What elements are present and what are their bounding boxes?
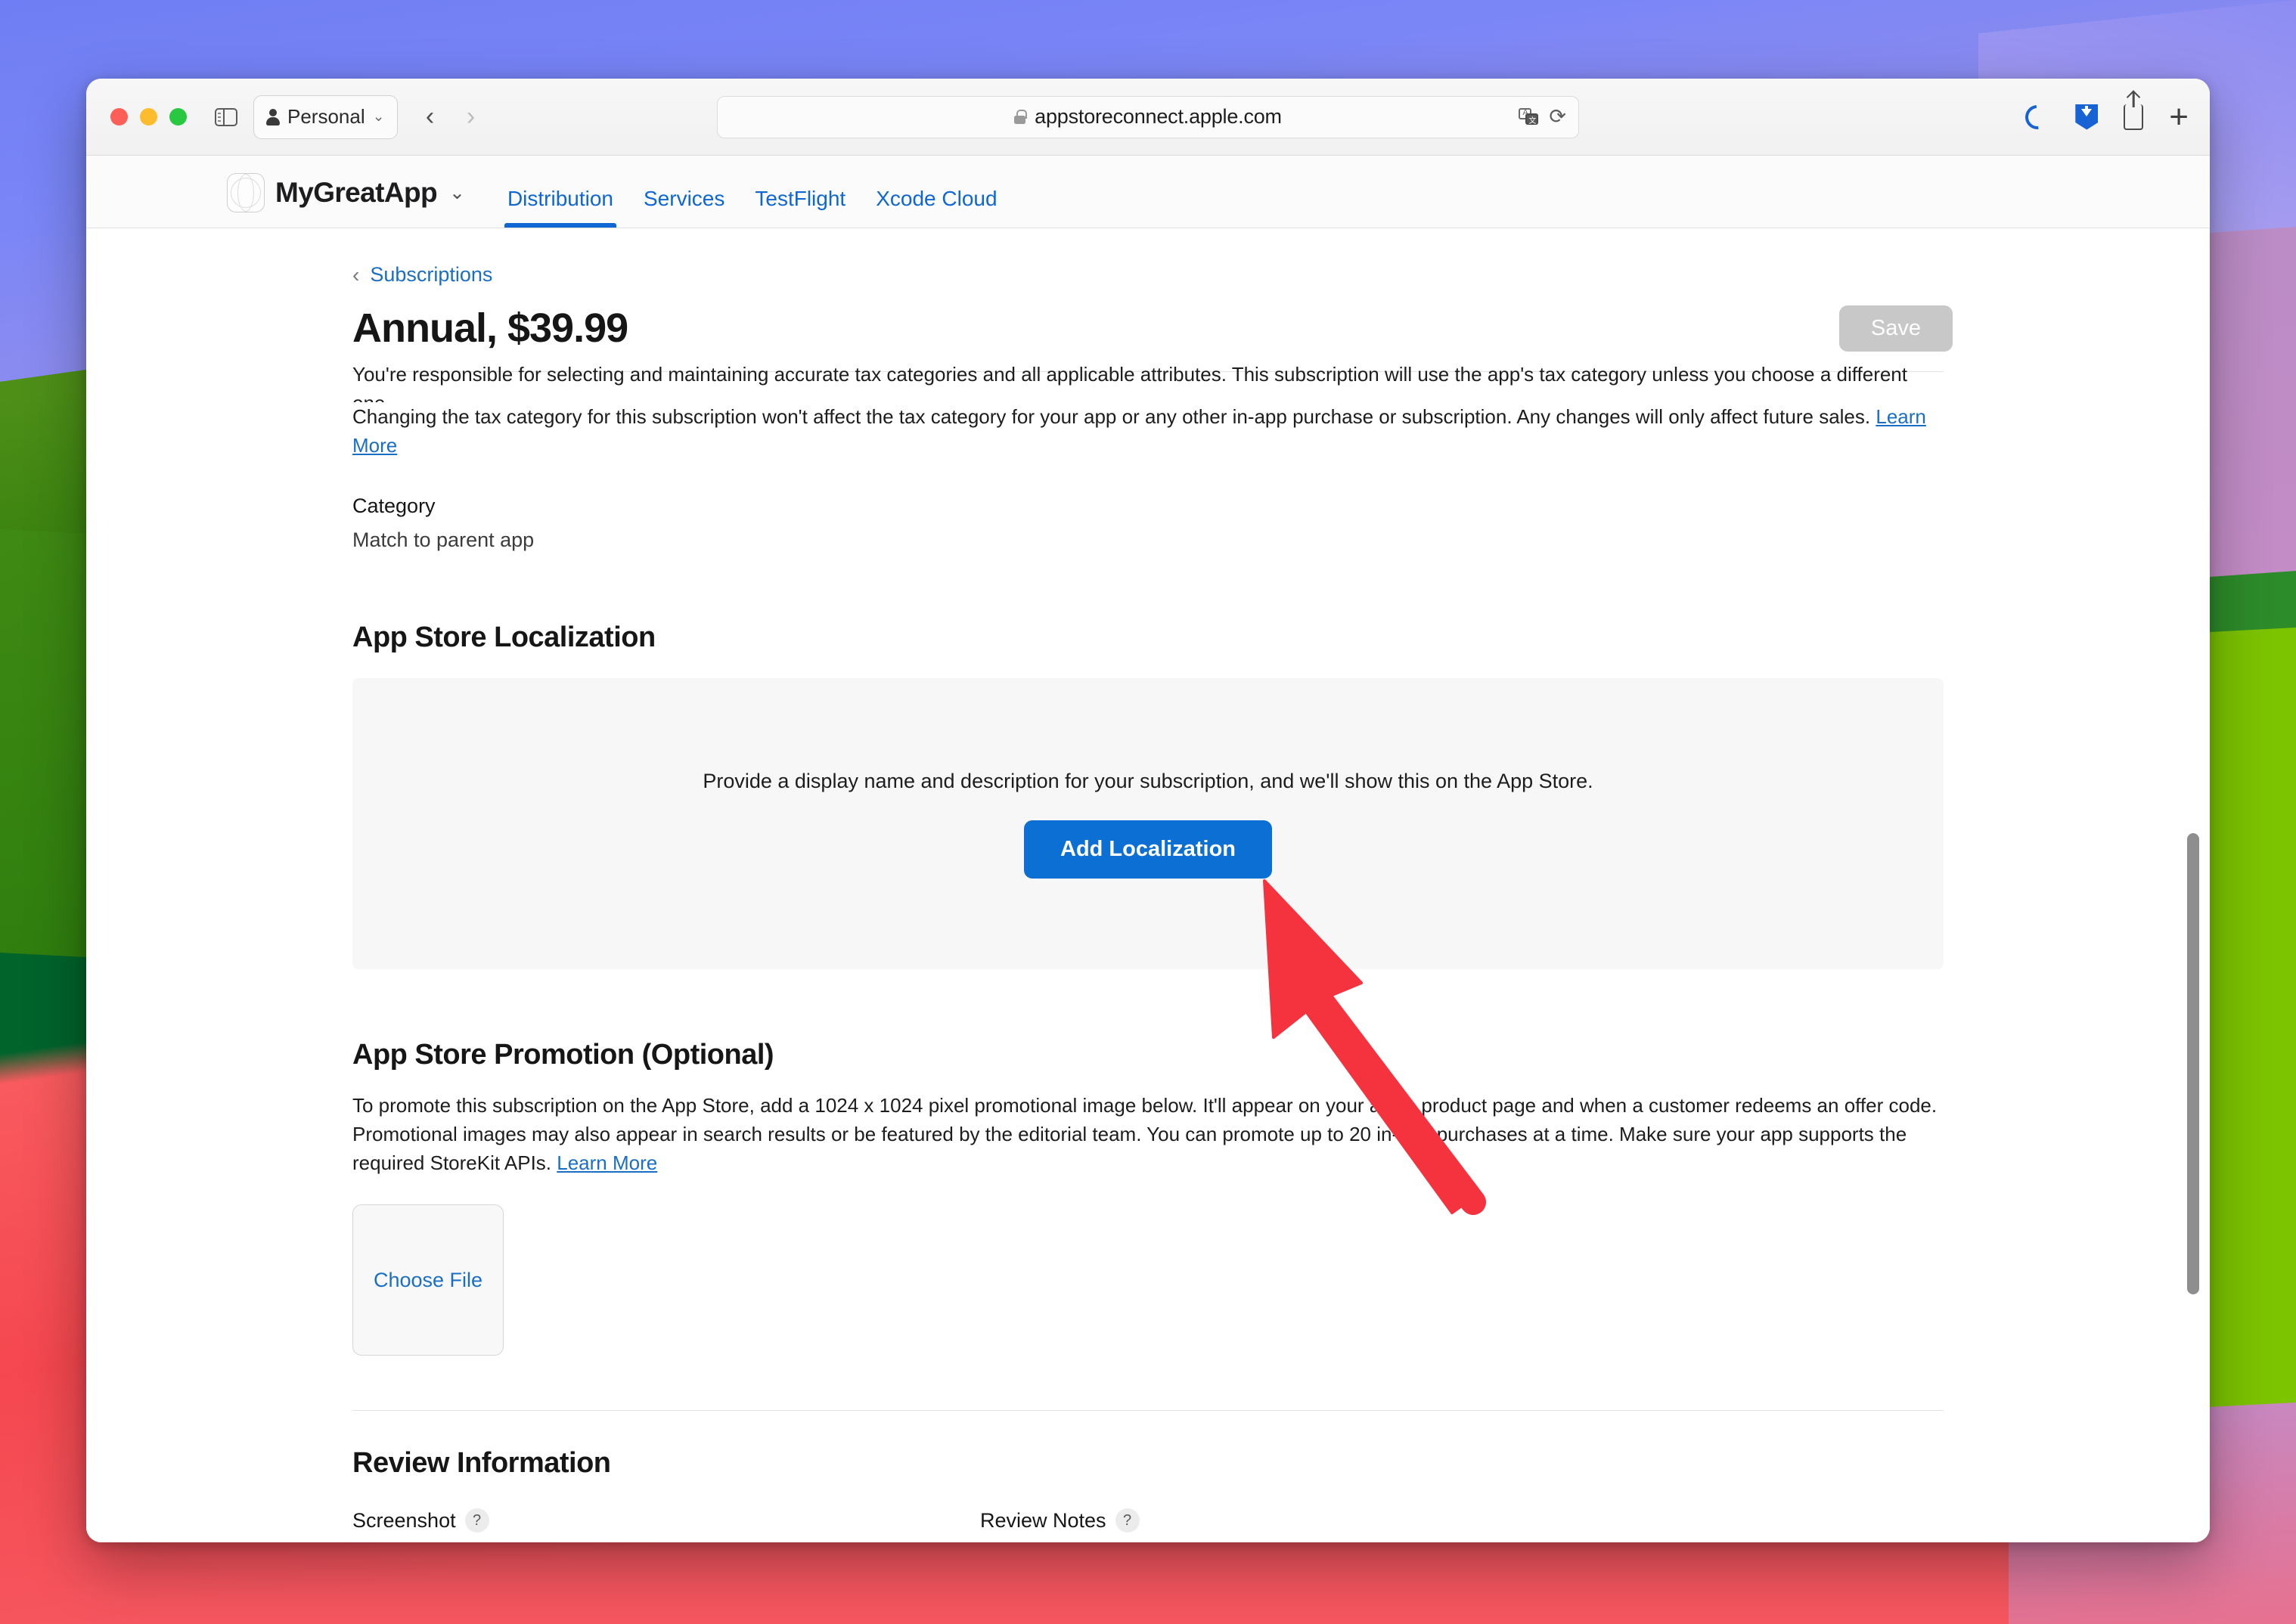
save-button[interactable]: Save (1838, 305, 1953, 352)
share-icon[interactable] (2124, 104, 2144, 130)
address-bar-actions: ⟳ (1519, 105, 1566, 129)
localization-empty-state: Provide a display name and description f… (352, 678, 1944, 969)
localization-empty-text: Provide a display name and description f… (703, 769, 1593, 792)
profile-label: Personal (287, 105, 365, 128)
new-tab-button[interactable]: + (2169, 100, 2189, 134)
download-icon[interactable] (2075, 104, 2099, 130)
category-label: Category (352, 494, 436, 517)
page-title: Annual, $39.99 (352, 305, 628, 351)
promotion-learn-more-link[interactable]: Learn More (557, 1151, 657, 1174)
add-localization-button[interactable]: Add Localization (1024, 820, 1272, 879)
app-identity[interactable]: MyGreatApp ⌄ (227, 173, 465, 228)
minimize-window-button[interactable] (140, 108, 157, 126)
app-name-label: MyGreatApp (275, 177, 438, 208)
close-window-button[interactable] (110, 108, 128, 126)
review-notes-label: Review Notes (980, 1508, 1106, 1532)
tax-paragraph-line2-row: Changing the tax category for this subsc… (352, 402, 1944, 460)
screenshot-label: Screenshot (352, 1508, 456, 1532)
page-sections: You're responsible for selecting and mai… (352, 360, 1944, 1542)
page-title-row: Annual, $39.99 Save (352, 305, 1953, 352)
maximize-window-button[interactable] (169, 108, 187, 126)
review-divider (352, 1410, 1944, 1411)
vertical-scrollbar[interactable] (2187, 833, 2199, 1294)
review-heading: Review Information (352, 1447, 611, 1479)
chevron-down-icon: ⌄ (448, 182, 465, 203)
breadcrumb[interactable]: ‹ Subscriptions (352, 263, 2210, 287)
sidebar-icon (215, 107, 237, 126)
screenshot-field: Screenshot ? (352, 1508, 935, 1542)
back-button[interactable]: ‹ (410, 97, 451, 138)
tab-testflight[interactable]: TestFlight (740, 187, 861, 228)
review-notes-label-row: Review Notes ? (980, 1508, 1944, 1533)
category-value: Match to parent app (352, 528, 535, 551)
choose-file-button[interactable]: Choose File (352, 1204, 504, 1356)
forward-button[interactable]: › (451, 97, 492, 138)
breadcrumb-link-subscriptions[interactable]: Subscriptions (370, 263, 492, 287)
tab-services[interactable]: Services (628, 187, 740, 228)
chevron-left-icon: ‹ (352, 262, 360, 287)
app-tabs: Distribution Services TestFlight Xcode C… (492, 187, 1013, 228)
tax-paragraph-line1: You're responsible for selecting and mai… (352, 363, 1907, 402)
screenshot-label-row: Screenshot ? (352, 1508, 935, 1533)
help-icon[interactable]: ? (464, 1508, 489, 1533)
person-icon (266, 108, 280, 126)
tax-paragraph-clipped: You're responsible for selecting and mai… (352, 360, 1944, 402)
help-icon[interactable]: ? (1115, 1508, 1140, 1533)
app-icon (227, 173, 265, 212)
review-notes-field: Review Notes ? (980, 1508, 1944, 1542)
page-content: ‹ Subscriptions Annual, $39.99 Save You'… (86, 228, 2210, 1542)
promotion-paragraph-row: To promote this subscription on the App … (352, 1091, 1944, 1177)
promotion-heading: App Store Promotion (Optional) (352, 1039, 774, 1071)
tab-xcode-cloud[interactable]: Xcode Cloud (861, 187, 1012, 228)
localization-heading: App Store Localization (352, 621, 656, 653)
toolbar-right-actions: + (2020, 99, 2189, 135)
tab-distribution[interactable]: Distribution (492, 187, 628, 228)
loading-spinner-icon[interactable] (2020, 99, 2055, 135)
translate-icon[interactable] (1519, 107, 1539, 126)
profile-switcher-button[interactable]: Personal ⌄ (253, 95, 398, 139)
chevron-down-icon: ⌄ (372, 109, 385, 125)
toggle-sidebar-button[interactable] (209, 102, 243, 132)
url-text: appstoreconnect.apple.com (1035, 105, 1282, 128)
lock-icon (1014, 110, 1027, 124)
review-fields: Screenshot ? Review Notes ? (352, 1508, 1944, 1542)
address-bar[interactable]: appstoreconnect.apple.com ⟳ (717, 95, 1579, 138)
reload-icon[interactable]: ⟳ (1549, 105, 1566, 129)
app-navigation-bar: MyGreatApp ⌄ Distribution Services TestF… (86, 156, 2210, 228)
window-traffic-lights (110, 108, 187, 126)
safari-browser-window: Personal ⌄ ‹ › appstoreconnect.apple.com… (86, 79, 2210, 1542)
tax-paragraph-line2: Changing the tax category for this subsc… (352, 405, 1871, 428)
browser-toolbar: Personal ⌄ ‹ › appstoreconnect.apple.com… (86, 79, 2210, 156)
